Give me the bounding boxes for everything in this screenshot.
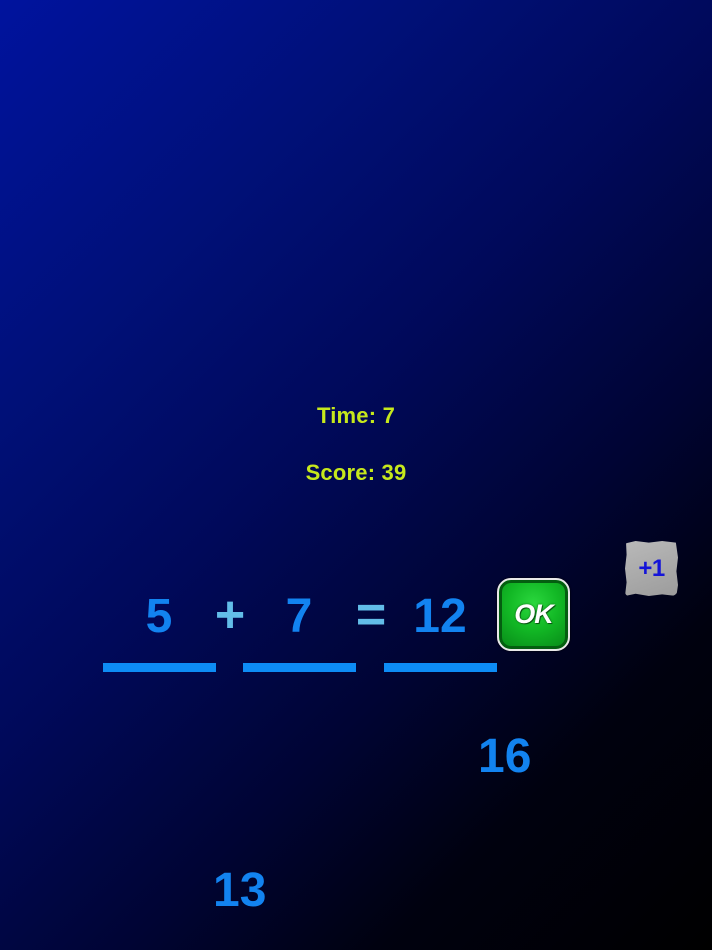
time-display: Time: 7 [316,403,396,428]
number-tile-16[interactable]: 16 [478,731,531,783]
operand-2-slot[interactable]: 7 [243,591,355,643]
operand-2-underline [243,663,356,672]
score-display: Score: 39 [305,460,407,485]
answer-underline [384,663,497,672]
ok-button[interactable]: OK [497,578,570,651]
operand-1-underline [103,663,216,672]
plus-one-label: +1 [638,554,665,582]
answer-slot[interactable]: 12 [384,591,496,643]
game-screen: { "hud": { "time_label": "Time: 7", "sco… [0,0,712,950]
operand-1-slot[interactable]: 5 [103,591,215,643]
number-tile-13[interactable]: 13 [213,865,266,917]
plus-one-bonus-tile[interactable]: +1 [625,541,678,596]
ok-button-label: OK [514,599,553,629]
